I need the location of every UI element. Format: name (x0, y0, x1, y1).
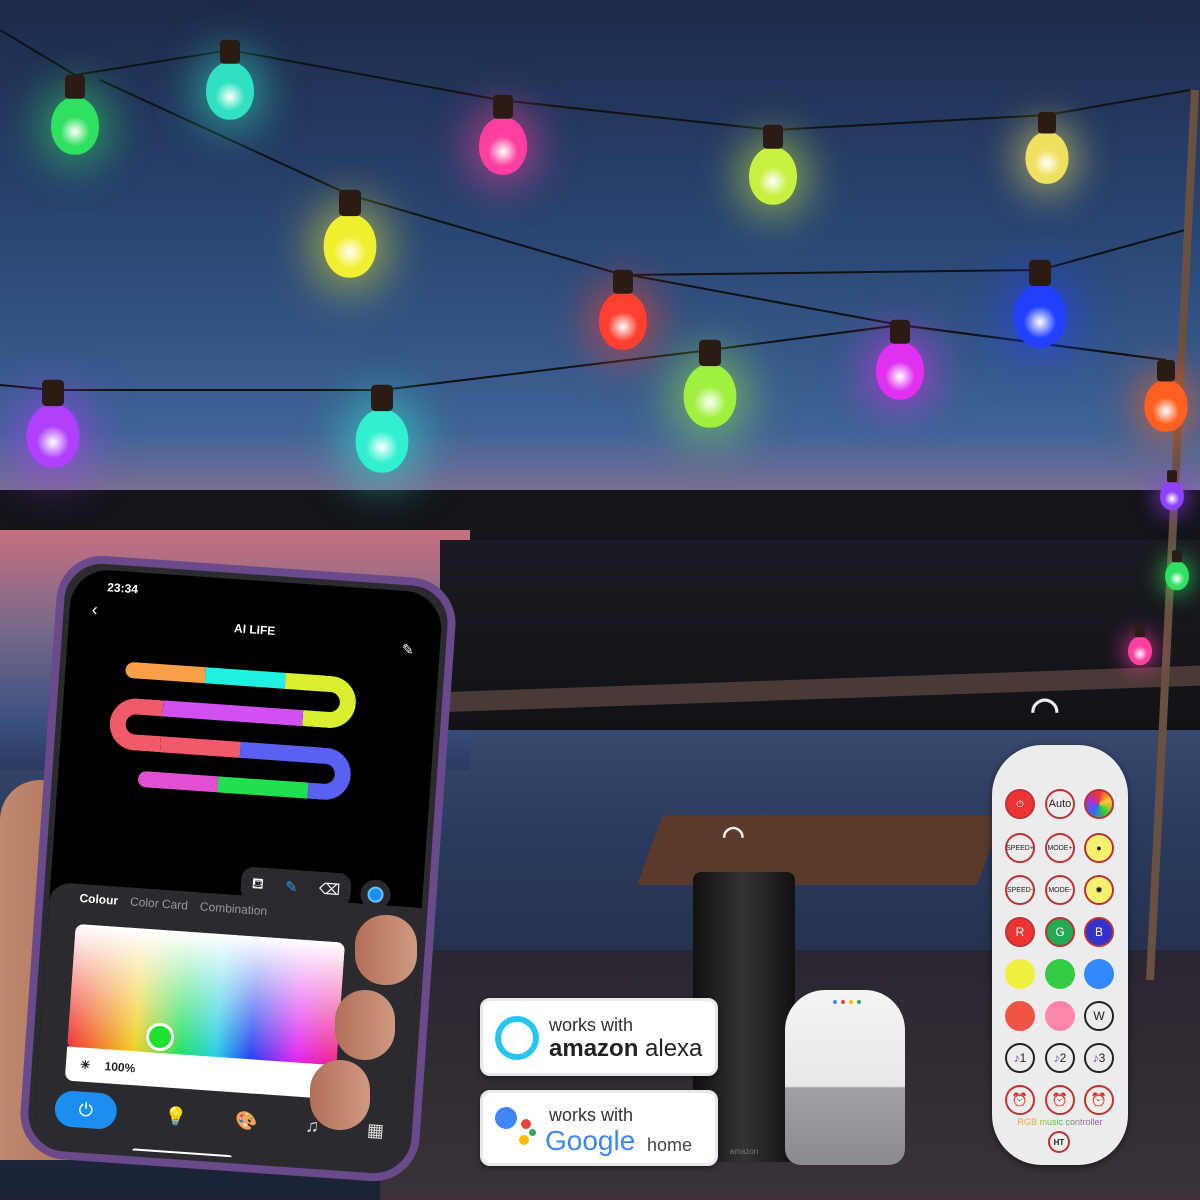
wifi-icon: ◠ (1030, 691, 1060, 729)
google-badge: works with Google home (480, 1090, 718, 1166)
color-wheel-icon[interactable] (1084, 789, 1114, 819)
tab-colour[interactable]: Colour (79, 891, 119, 908)
finger (335, 990, 395, 1060)
alexa-badge: works with amazon alexa (480, 998, 718, 1076)
mode-down-button[interactable]: MODE- (1045, 875, 1075, 905)
remote-power-button[interactable]: ⏻ (1005, 789, 1035, 819)
color-picker[interactable] (67, 923, 346, 1068)
alexa-brand: amazon (549, 1035, 639, 1062)
google-product: home (647, 1135, 693, 1155)
palette-icon[interactable]: 🎨 (234, 1110, 258, 1133)
music-3-button[interactable]: ♪ 3 (1084, 1043, 1114, 1073)
app-title: AI LIFE (233, 621, 276, 639)
yellow-button[interactable] (1005, 959, 1035, 989)
google-assistant-icon (495, 1107, 536, 1147)
pink-button[interactable] (1045, 1001, 1075, 1031)
alexa-product: alexa (645, 1035, 703, 1062)
speed-up-button[interactable]: SPEED+ (1005, 833, 1035, 863)
light-green-button[interactable] (1045, 959, 1075, 989)
white-button[interactable]: W (1084, 1001, 1114, 1031)
google-brand: Google (545, 1125, 636, 1156)
music-2-label: 2 (1059, 1051, 1067, 1065)
remote-auto-button[interactable]: Auto (1045, 789, 1075, 819)
timer-3h-icon[interactable]: ⏰ (1084, 1085, 1114, 1115)
brightness-down-icon[interactable]: ✹ (1084, 875, 1114, 905)
music-1-label: 1 (1019, 1051, 1027, 1065)
music-2-button[interactable]: ♪ 2 (1045, 1043, 1075, 1073)
brightness-up-icon[interactable]: ● (1084, 833, 1114, 863)
brightness-value: 100% (104, 1059, 136, 1076)
speed-down-button[interactable]: SPEED- (1005, 875, 1035, 905)
pencil-icon[interactable]: ✎ (401, 641, 414, 659)
bulb (683, 339, 737, 428)
bulb (1144, 359, 1188, 432)
sun-icon: ☀ (79, 1057, 92, 1073)
red-button[interactable]: R (1005, 917, 1035, 947)
bulb-icon[interactable]: 💡 (164, 1105, 188, 1128)
music-3-label: 3 (1098, 1051, 1106, 1065)
finger (310, 1060, 370, 1130)
bulb (206, 39, 254, 120)
bulb (26, 379, 80, 468)
blue-button[interactable]: B (1084, 917, 1114, 947)
remote-label: RGB music controller (992, 1117, 1128, 1127)
mode-up-button[interactable]: MODE+ (1045, 833, 1075, 863)
color-circle-icon (366, 886, 385, 904)
alexa-works-with: works with (549, 1015, 634, 1035)
bulb (479, 94, 527, 175)
light-strip-preview (108, 661, 365, 818)
orange-button[interactable] (1005, 1001, 1035, 1031)
bulb (1165, 550, 1189, 591)
paint-bucket-icon[interactable]: ⛾ (251, 875, 264, 895)
bulb (599, 269, 647, 350)
power-icon[interactable]: ⏻ (53, 1089, 118, 1131)
remote-control: ⏻ Auto SPEED+ MODE+ ● SPEED- MODE- ✹ R G… (992, 745, 1128, 1165)
bulb (749, 124, 797, 205)
status-time: 23:34 (106, 580, 139, 597)
music-1-button[interactable]: ♪ 1 (1005, 1043, 1035, 1073)
google-works-with: works with (549, 1105, 634, 1125)
phone-screen: 23:34 ‹ AI LIFE ✎ ⛾ ✎ ⌫ Colour Color Car… (32, 567, 444, 1170)
alexa-logo-icon (495, 1016, 539, 1060)
bulb (876, 319, 924, 400)
green-button[interactable]: G (1045, 917, 1075, 947)
brush-icon[interactable]: ✎ (284, 877, 298, 896)
bulb (1025, 111, 1069, 184)
timer-1h-icon[interactable]: ⏰ (1005, 1085, 1035, 1115)
bulb (51, 74, 99, 155)
finger (355, 915, 417, 985)
wifi-icon: ◠ (722, 820, 745, 850)
timer-2h-icon[interactable]: ⏰ (1045, 1085, 1075, 1115)
eraser-icon[interactable]: ⌫ (318, 880, 340, 899)
bulb (1128, 625, 1152, 666)
bulb (1160, 470, 1184, 511)
google-home (785, 990, 905, 1165)
light-blue-button[interactable] (1084, 959, 1114, 989)
phone: 23:34 ‹ AI LIFE ✎ ⛾ ✎ ⌫ Colour Color Car… (17, 552, 459, 1185)
remote-logo: HT (1048, 1131, 1070, 1153)
bulb (355, 384, 409, 473)
bulb (1013, 259, 1067, 348)
grid-icon[interactable]: ▦ (366, 1119, 384, 1141)
bulb (323, 189, 377, 278)
